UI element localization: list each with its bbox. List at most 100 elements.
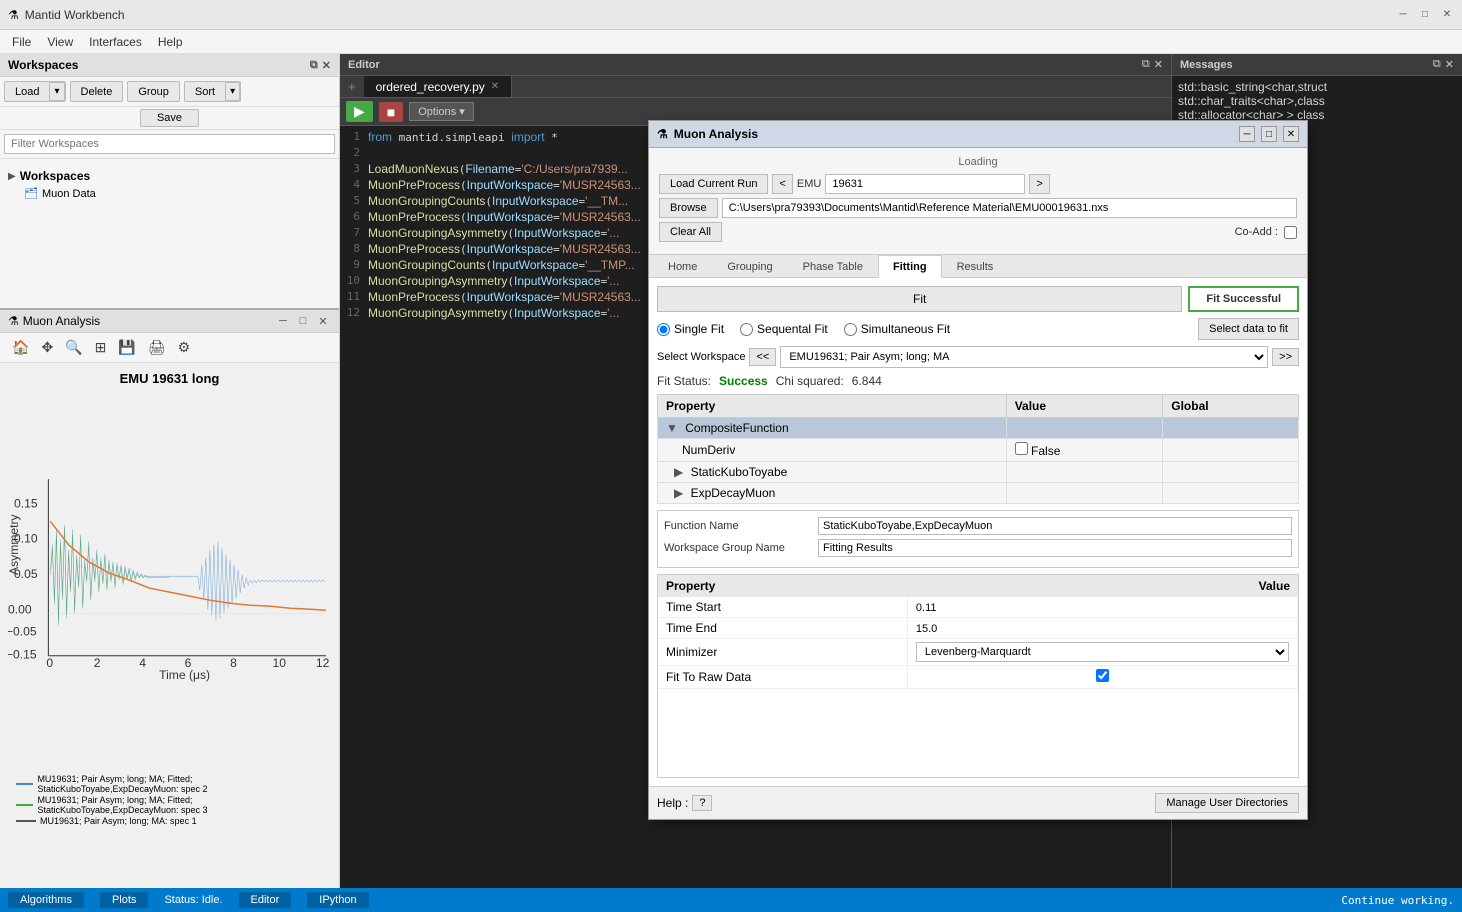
chi-squared-value: 6.844: [852, 374, 882, 388]
editor-add-tab-btn[interactable]: +: [340, 76, 364, 97]
load-button[interactable]: Load: [5, 82, 49, 101]
run-button[interactable]: ▶: [346, 101, 373, 122]
maw-close-btn[interactable]: ✕: [1283, 126, 1299, 142]
file-path-input[interactable]: [722, 198, 1297, 218]
menu-view[interactable]: View: [39, 33, 81, 51]
print-tool-btn[interactable]: 🖨: [144, 337, 170, 358]
menu-file[interactable]: File: [4, 33, 39, 51]
algorithms-tab[interactable]: Algorithms: [8, 892, 84, 908]
plots-tab[interactable]: Plots: [100, 892, 148, 908]
clear-all-btn[interactable]: Clear All: [659, 222, 722, 242]
line-num-3: 3: [340, 162, 368, 178]
menu-help[interactable]: Help: [150, 33, 191, 51]
continue-message: Continue working.: [1341, 894, 1454, 907]
editor-tab-bottom[interactable]: Editor: [239, 892, 292, 908]
chi-squared-label: Chi squared:: [776, 374, 844, 388]
workspace-select[interactable]: EMU19631; Pair Asym; long; MA: [780, 346, 1268, 368]
fit-raw-checkbox[interactable]: [1096, 669, 1109, 682]
minimizer-select[interactable]: Levenberg-Marquardt Simplex BFGS: [916, 642, 1289, 662]
save-tool-btn[interactable]: 💾: [114, 337, 139, 358]
simultaneous-fit-option[interactable]: Simultaneous Fit: [844, 322, 950, 336]
line-num-9: 9: [340, 258, 368, 274]
expdecay-row: ▶ ExpDecayMuon: [658, 483, 1299, 504]
load-current-run-btn[interactable]: Load Current Run: [659, 174, 768, 194]
app-icon: ⚗: [8, 8, 19, 22]
editor-tab-close-btn[interactable]: ✕: [491, 81, 499, 92]
sub-minimize-btn[interactable]: ─: [275, 315, 291, 328]
filter-input[interactable]: [4, 134, 335, 154]
time-start-input[interactable]: [916, 602, 1289, 614]
sequential-fit-option[interactable]: Sequental Fit: [740, 322, 828, 336]
minimize-btn[interactable]: ─: [1396, 8, 1410, 22]
tab-home[interactable]: Home: [653, 255, 712, 278]
single-fit-radio[interactable]: [657, 323, 670, 336]
workspace-next-btn[interactable]: >>: [1272, 348, 1299, 366]
nav-prev-btn[interactable]: <: [772, 174, 792, 194]
tab-results[interactable]: Results: [942, 255, 1009, 278]
numderiv-checkbox[interactable]: [1015, 442, 1028, 455]
sort-button[interactable]: Sort: [185, 82, 225, 101]
svg-text:2: 2: [94, 656, 101, 670]
help-btn[interactable]: ?: [692, 795, 712, 811]
home-tool-btn[interactable]: 🏠: [8, 337, 33, 358]
delete-button[interactable]: Delete: [70, 81, 124, 102]
menu-interfaces[interactable]: Interfaces: [81, 33, 150, 51]
time-end-input[interactable]: [916, 623, 1289, 635]
workspaces-tree-header[interactable]: ▶ Workspaces: [4, 167, 335, 185]
tab-grouping[interactable]: Grouping: [712, 255, 787, 278]
status-text: Status: Idle.: [164, 894, 222, 906]
workspace-prev-btn[interactable]: <<: [749, 348, 776, 366]
maw-loading-section: Loading Load Current Run < EMU > Browse …: [649, 148, 1307, 255]
sub-close-btn[interactable]: ✕: [315, 315, 331, 328]
workspace-group-input[interactable]: [818, 539, 1292, 557]
legend-color-3: [16, 820, 36, 822]
co-add-checkbox[interactable]: [1284, 226, 1297, 239]
maw-maximize-btn[interactable]: □: [1261, 126, 1277, 142]
manage-dirs-btn[interactable]: Manage User Directories: [1155, 793, 1299, 813]
tab-fitting[interactable]: Fitting: [878, 255, 942, 278]
run-number-input[interactable]: [825, 174, 1025, 194]
composite-expand-icon[interactable]: ▼: [666, 421, 678, 435]
fit-button[interactable]: Fit: [657, 286, 1182, 312]
sort-dropdown-btn[interactable]: ▾: [225, 82, 240, 101]
workspaces-float-btn[interactable]: ⧉: [310, 59, 318, 72]
editor-close-btn[interactable]: ✕: [1154, 58, 1163, 71]
numderiv-global: [1163, 439, 1299, 462]
messages-float-btn[interactable]: ⧉: [1433, 58, 1441, 71]
settings-tool-btn[interactable]: ⚙: [174, 337, 195, 358]
maw-minimize-btn[interactable]: ─: [1239, 126, 1255, 142]
browse-btn[interactable]: Browse: [659, 198, 718, 218]
expdecay-expand-icon[interactable]: ▶: [674, 486, 683, 500]
select-data-btn[interactable]: Select data to fit: [1198, 318, 1299, 340]
workspaces-close-btn[interactable]: ✕: [322, 59, 331, 72]
ipython-tab[interactable]: IPython: [307, 892, 368, 908]
sub-maximize-btn[interactable]: □: [295, 315, 311, 328]
statickubo-expand-icon[interactable]: ▶: [674, 465, 683, 479]
time-end-value: [907, 618, 1297, 639]
close-btn[interactable]: ✕: [1440, 8, 1454, 22]
svg-text:0.00: 0.00: [8, 602, 32, 616]
editor-float-btn[interactable]: ⧉: [1142, 58, 1150, 71]
line-num-10: 10: [340, 274, 368, 290]
fit-successful-btn[interactable]: Fit Successful: [1188, 286, 1299, 312]
single-fit-option[interactable]: Single Fit: [657, 322, 724, 336]
function-name-input[interactable]: [818, 517, 1292, 535]
grid-tool-btn[interactable]: ⊞: [91, 337, 111, 358]
move-tool-btn[interactable]: ✥: [37, 337, 57, 358]
messages-close-btn[interactable]: ✕: [1445, 58, 1454, 71]
expdecay-value: [1006, 483, 1163, 504]
stop-button[interactable]: ■: [379, 102, 403, 122]
load-dropdown-btn[interactable]: ▾: [49, 82, 64, 101]
legend-label-1: MU19631; Pair Asym; long; MA; Fitted; St…: [37, 774, 323, 794]
save-button[interactable]: Save: [140, 109, 199, 127]
maximize-btn[interactable]: □: [1418, 8, 1432, 22]
sequential-fit-radio[interactable]: [740, 323, 753, 336]
nav-next-btn[interactable]: >: [1029, 174, 1049, 194]
options-button[interactable]: Options ▾: [409, 102, 474, 121]
group-button[interactable]: Group: [127, 81, 180, 102]
zoom-tool-btn[interactable]: 🔍: [61, 337, 86, 358]
tree-item-muon-data[interactable]: 🗂 Muon Data: [4, 185, 335, 202]
tab-phase-table[interactable]: Phase Table: [788, 255, 878, 278]
editor-tab-recovery[interactable]: ordered_recovery.py ✕: [364, 76, 513, 97]
simultaneous-fit-radio[interactable]: [844, 323, 857, 336]
